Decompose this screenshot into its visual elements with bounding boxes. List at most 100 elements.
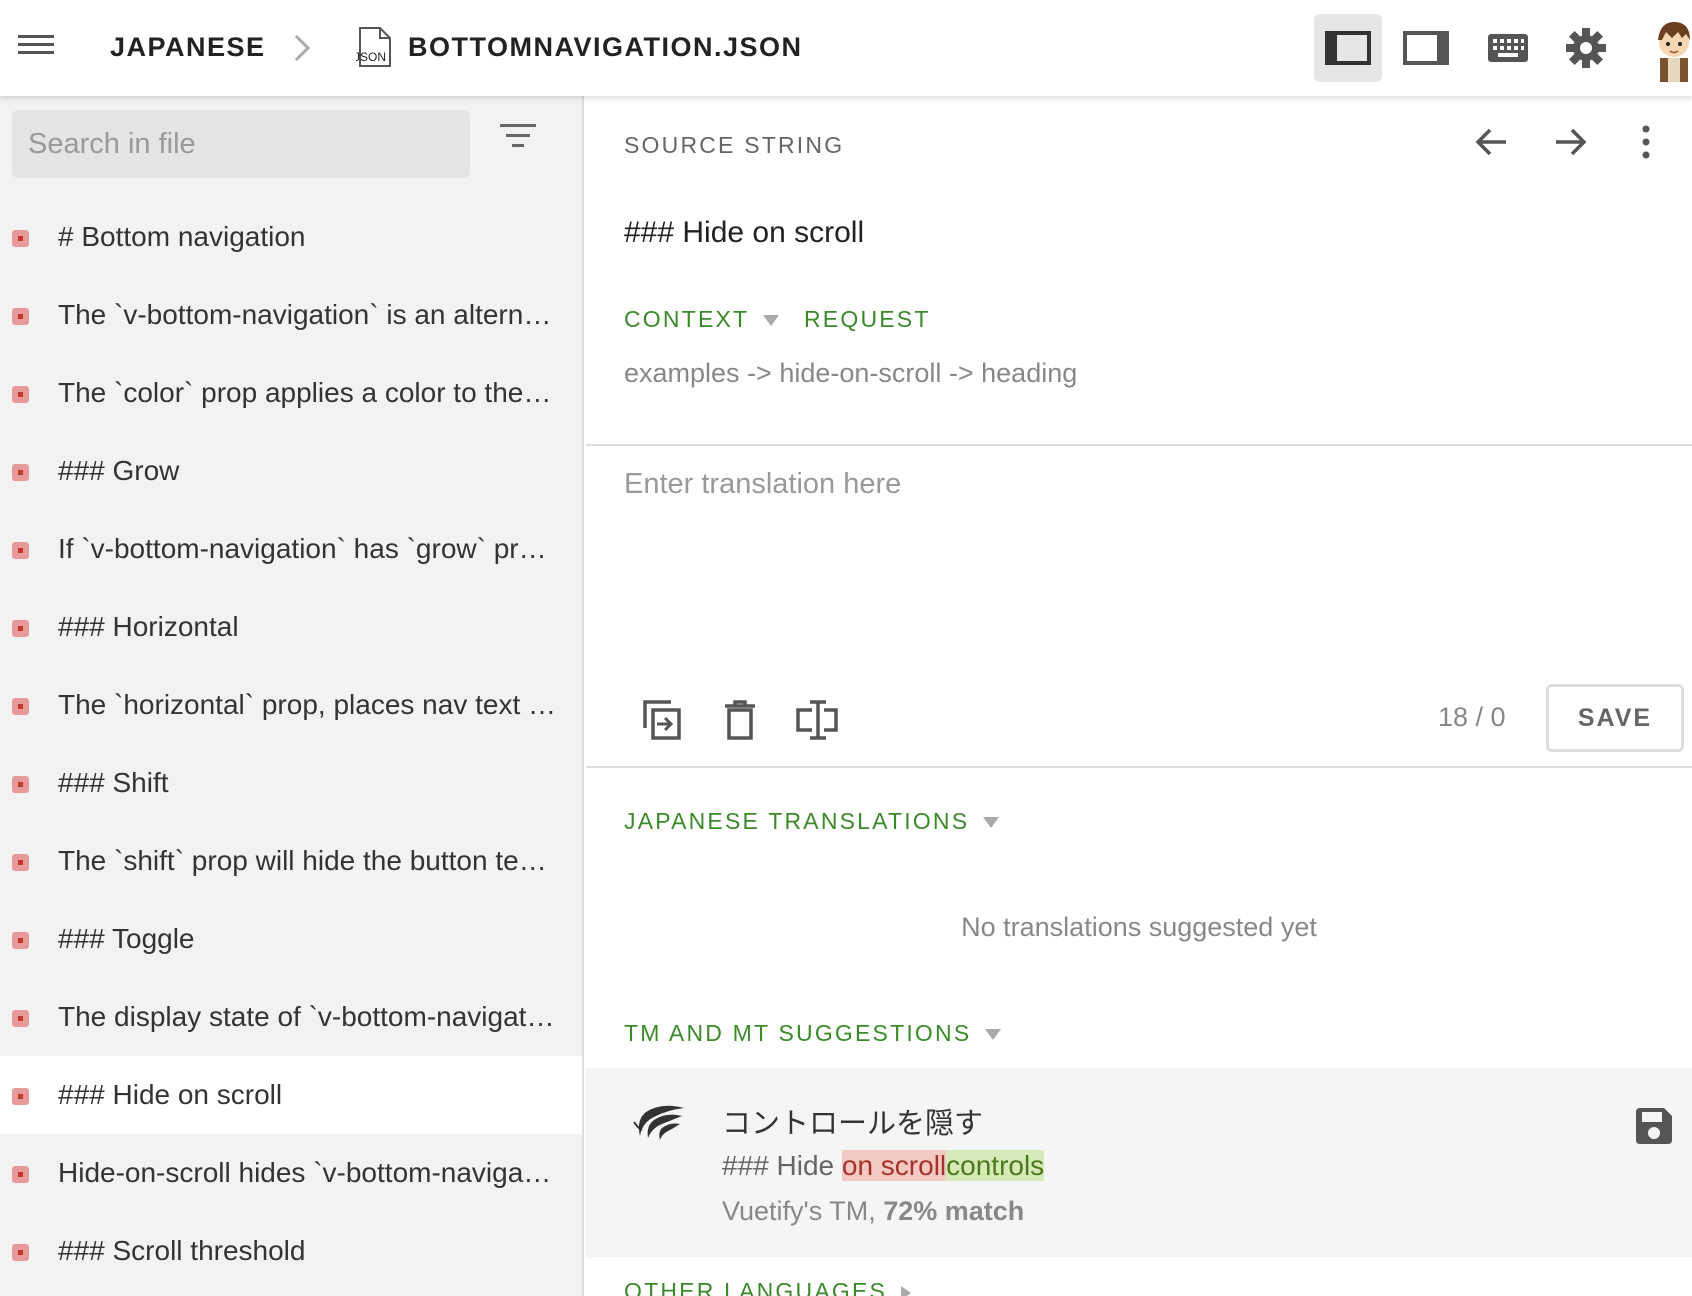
tm-suggestions-label: TM AND MT SUGGESTIONS [624, 1020, 972, 1046]
caret-down-icon [985, 1029, 1002, 1041]
other-languages-label: OTHER LANGUAGES [624, 1278, 888, 1296]
tm-suggestions-header[interactable]: TM AND MT SUGGESTIONS [624, 1020, 1002, 1047]
string-item[interactable]: ### Toggle [0, 900, 582, 978]
save-button[interactable]: SAVE [1546, 684, 1684, 752]
text-cursor-icon [796, 700, 838, 740]
string-item[interactable]: ### Shift [0, 744, 582, 822]
character-counter: 18 / 0 [1438, 702, 1506, 732]
string-text: ### Grow [58, 455, 180, 486]
string-text: The `v-bottom-navigation` is an alterna… [58, 299, 558, 330]
tab-request[interactable]: REQUEST [804, 306, 931, 333]
untranslated-status-icon [12, 854, 29, 871]
string-text: If `v-bottom-navigation` has `grow` pro… [58, 533, 558, 564]
caret-down-icon [983, 817, 1000, 829]
string-item[interactable]: The `horizontal` prop, places nav text n… [0, 666, 582, 744]
suggestion-source: Vuetify's TM, 72% match [722, 1196, 1024, 1227]
copy-source-button[interactable] [634, 692, 690, 748]
untranslated-status-icon [12, 1244, 29, 1261]
untranslated-status-icon [12, 1088, 29, 1105]
string-text: ### Horizontal [58, 611, 239, 642]
string-item[interactable]: ### Horizontal [0, 588, 582, 666]
text-cursor-button[interactable] [790, 692, 846, 748]
string-text: The `horizontal` prop, places nav text n… [58, 689, 558, 720]
search-box[interactable] [12, 110, 470, 178]
untranslated-status-icon [12, 230, 29, 247]
match-percent: 72% match [883, 1196, 1025, 1226]
string-text: The `color` prop applies a color to the … [58, 377, 558, 408]
more-vert-icon[interactable] [1636, 122, 1656, 162]
string-text: The display state of `v-bottom-navigati… [58, 1001, 558, 1032]
suggestion-source-name: Vuetify's TM, [722, 1196, 884, 1226]
string-list: # Bottom navigation The `v-bottom-naviga… [0, 198, 582, 1290]
divider [586, 444, 1692, 446]
file-json-icon: JSON [356, 27, 391, 67]
untranslated-status-icon [12, 464, 29, 481]
translation-input[interactable] [624, 468, 1654, 648]
divider [586, 766, 1692, 768]
no-translations-text: No translations suggested yet [961, 912, 1317, 942]
suggestion-text: コントロールを隠す [722, 1106, 984, 1140]
context-path: examples -> hide-on-scroll -> heading [624, 358, 1078, 388]
tm-suggestion-card[interactable]: コントロールを隠す ### Hide on scrollcontrols Vue… [586, 1068, 1692, 1258]
string-text: ### Hide on scroll [58, 1079, 283, 1110]
string-item-selected[interactable]: ### Hide on scroll [0, 1056, 582, 1134]
caret-right-icon [901, 1285, 912, 1296]
string-item[interactable]: ### Scroll threshold [0, 1212, 582, 1290]
string-item[interactable]: If `v-bottom-navigation` has `grow` pro… [0, 510, 582, 588]
sidebar-layout-button[interactable] [1314, 14, 1382, 82]
source-string-text: ### Hide on scroll [624, 216, 865, 249]
japanese-translations-label: JAPANESE TRANSLATIONS [624, 808, 970, 834]
string-text: ### Scroll threshold [58, 1235, 306, 1266]
string-item[interactable]: The `color` prop applies a color to the … [0, 354, 582, 432]
untranslated-status-icon [12, 698, 29, 715]
suggestion-diff: ### Hide on scrollcontrols [722, 1150, 1045, 1182]
string-item[interactable]: Hide-on-scroll hides `v-bottom-navigati… [0, 1134, 582, 1212]
tab-context[interactable]: CONTEXT [624, 306, 780, 333]
diff-added: controls [946, 1150, 1045, 1181]
chevron-right-icon [294, 34, 311, 62]
breadcrumb-language[interactable]: JAPANESE [110, 32, 266, 63]
editor-panel: SOURCE STRING ### Hide on scroll CONTEXT… [586, 96, 1692, 1296]
string-text: ### Toggle [58, 923, 195, 954]
search-input[interactable] [12, 110, 470, 178]
japanese-translations-header[interactable]: JAPANESE TRANSLATIONS [624, 808, 1000, 835]
filter-icon[interactable] [496, 124, 540, 164]
untranslated-status-icon [12, 308, 29, 325]
string-item[interactable]: The `shift` prop will hide the button te… [0, 822, 582, 900]
arrow-left-icon[interactable] [1472, 122, 1512, 162]
string-item[interactable]: # Bottom navigation [0, 198, 582, 276]
string-text: The `shift` prop will hide the button te… [58, 845, 558, 876]
source-string-label: SOURCE STRING [624, 132, 845, 158]
panel-layout-icon [1403, 31, 1449, 65]
breadcrumb-file: BOTTOMNAVIGATION.JSON [408, 32, 803, 62]
string-item[interactable]: The `v-bottom-navigation` is an alterna… [0, 276, 582, 354]
keyboard-icon [1488, 34, 1528, 62]
file-icon-label: JSON [356, 50, 386, 64]
gear-icon [1566, 28, 1606, 68]
settings-button[interactable] [1552, 14, 1620, 82]
save-icon[interactable] [1634, 1106, 1674, 1146]
untranslated-status-icon [12, 542, 29, 559]
diff-removed: on scroll [841, 1150, 947, 1181]
top-bar: JAPANESE JSON BOTTOMNAVIGATION.JSON [0, 0, 1692, 96]
arrow-right-icon[interactable] [1550, 122, 1590, 162]
untranslated-status-icon [12, 620, 29, 637]
keyboard-button[interactable] [1474, 14, 1542, 82]
vuetify-logo-icon [633, 1105, 684, 1140]
caret-down-icon [763, 315, 780, 327]
other-languages-header[interactable]: OTHER LANGUAGES [624, 1278, 912, 1296]
string-item[interactable]: ### Grow [0, 432, 582, 510]
delete-button[interactable] [712, 692, 768, 748]
untranslated-status-icon [12, 932, 29, 949]
diff-same: ### Hide [722, 1150, 842, 1181]
menu-icon[interactable] [16, 30, 56, 66]
trash-icon [725, 700, 755, 740]
string-text: Hide-on-scroll hides `v-bottom-navigati… [58, 1157, 558, 1188]
untranslated-status-icon [12, 1166, 29, 1183]
avatar[interactable] [1644, 18, 1692, 82]
sidebar-layout-icon [1325, 31, 1371, 65]
tab-context-label: CONTEXT [624, 306, 750, 332]
panel-layout-button[interactable] [1392, 14, 1460, 82]
string-text: ### Shift [58, 767, 169, 798]
string-item[interactable]: The display state of `v-bottom-navigati… [0, 978, 582, 1056]
